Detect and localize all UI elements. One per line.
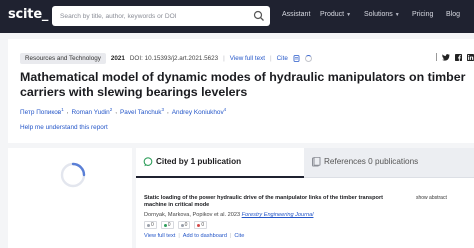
article-title: Mathematical model of dynamic modes of h…: [20, 70, 466, 99]
tab-label: References 0 publications: [324, 157, 419, 166]
top-navigation-bar: scite_ Assistant Product ▼ Solutions ▼ P…: [0, 0, 474, 33]
nav-label: Pricing: [412, 11, 434, 18]
loading-spinner-icon: [60, 162, 86, 188]
speech-bubble-icon: [143, 157, 153, 167]
facebook-icon[interactable]: [455, 53, 462, 61]
author-name: Петр Попиков: [20, 109, 62, 117]
nav-product[interactable]: Product ▼: [320, 11, 351, 18]
linkedin-icon[interactable]: [467, 53, 474, 61]
author-name: Pavel Tanchuk: [120, 109, 162, 117]
count-badge[interactable]: 0: [160, 221, 174, 230]
count-value: 0: [167, 222, 171, 229]
nav-blog[interactable]: Blog: [446, 11, 460, 18]
citations-panel: Cited by 1 publication References 0 publ…: [136, 148, 474, 248]
publication-year: 2021: [110, 55, 125, 62]
view-full-text-link[interactable]: View full text: [230, 55, 265, 62]
share-bar: [436, 53, 474, 61]
author-link[interactable]: Roman Yudin2: [71, 107, 112, 116]
count-value: 0: [201, 222, 205, 229]
smart-citations-panel: [8, 148, 132, 248]
count-value: 0: [151, 222, 154, 229]
author-name: Andrey Koniukhov: [171, 109, 224, 117]
tab-references[interactable]: References 0 publications: [304, 148, 474, 178]
citing-actions: View full text | Add to dashboard | Cite: [144, 233, 466, 239]
doi-text[interactable]: DOI: 10.15393/j2.art.2021.5623: [130, 55, 218, 62]
comma: ,: [167, 108, 169, 116]
scite-logo[interactable]: scite_: [8, 7, 48, 22]
show-abstract-button[interactable]: show abstract: [416, 195, 447, 201]
article-card: Resources and Technology 2021 DOI: 10.15…: [8, 39, 474, 143]
nav-label: Product: [320, 11, 345, 18]
divider: |: [178, 233, 180, 240]
divider: [436, 53, 437, 61]
mentioning-icon: [180, 223, 184, 227]
article-meta-row: Resources and Technology 2021 DOI: 10.15…: [20, 53, 312, 64]
nav-pricing[interactable]: Pricing: [412, 11, 433, 18]
nav-label: Blog: [446, 11, 461, 18]
twitter-icon[interactable]: [442, 53, 450, 61]
search-icon[interactable]: [253, 10, 265, 22]
author-affiliation: 2: [109, 107, 113, 112]
count-badge[interactable]: 0: [144, 221, 157, 230]
cite-link[interactable]: Cite: [234, 233, 244, 239]
author-affiliation: 3: [161, 107, 165, 112]
author-link[interactable]: Петр Попиков1: [20, 107, 64, 116]
nav-solutions[interactable]: Solutions ▼: [364, 11, 400, 18]
count-value: 0: [184, 222, 188, 229]
nav-label: Assistant: [282, 11, 311, 18]
journal-link[interactable]: Forestry Engineering Journal: [242, 212, 314, 218]
contrasting-icon: [197, 223, 201, 227]
help-understand-link[interactable]: Help me understand this report: [20, 124, 108, 131]
divider: |: [223, 55, 225, 62]
cite-icon[interactable]: [293, 55, 300, 62]
count-badge[interactable]: 0: [177, 221, 191, 230]
view-full-text-link[interactable]: View full text: [144, 233, 175, 239]
count-badge[interactable]: 0: [194, 221, 208, 230]
author-list: Петр Попиков1, Roman Yudin2, Pavel Tanch…: [20, 107, 226, 116]
chevron-down-icon: ▼: [346, 11, 352, 18]
document-icon: [312, 157, 321, 167]
chevron-down-icon: ▼: [394, 11, 400, 18]
loading-spinner-icon: [304, 55, 312, 62]
search-input[interactable]: [60, 9, 250, 23]
citing-publication: Static loading of the power hydraulic dr…: [144, 195, 466, 239]
author-name: Roman Yudin: [71, 109, 110, 117]
search-box[interactable]: [52, 6, 270, 26]
comma: ,: [66, 108, 69, 116]
citing-title[interactable]: Static loading of the power hydraulic dr…: [144, 195, 406, 209]
divider: |: [269, 55, 272, 62]
tab-label: Cited by 1 publication: [156, 157, 242, 166]
divider: |: [229, 233, 232, 240]
citation-type-icon: [147, 223, 150, 227]
author-affiliation: 1: [61, 107, 64, 112]
nav-label: Solutions: [364, 11, 393, 18]
comma: ,: [115, 108, 118, 116]
author-link[interactable]: Pavel Tanchuk3: [120, 107, 164, 116]
add-to-dashboard-link[interactable]: Add to dashboard: [183, 233, 227, 239]
cite-link[interactable]: Cite: [277, 55, 288, 62]
citing-meta: Dornyak, Markova, Popikov et al. 2023 Fo…: [144, 212, 466, 218]
tab-cited-by[interactable]: Cited by 1 publication: [136, 148, 304, 178]
author-link[interactable]: Andrey Koniukhov4: [172, 107, 226, 116]
author-affiliation: 4: [223, 107, 227, 112]
citing-authors: Dornyak, Markova, Popikov et al. 2023: [144, 212, 241, 219]
citation-counts: 0 0 0 0: [144, 221, 466, 230]
nav-assistant[interactable]: Assistant: [282, 11, 310, 18]
journal-tag[interactable]: Resources and Technology: [20, 53, 106, 64]
supporting-icon: [163, 223, 167, 227]
